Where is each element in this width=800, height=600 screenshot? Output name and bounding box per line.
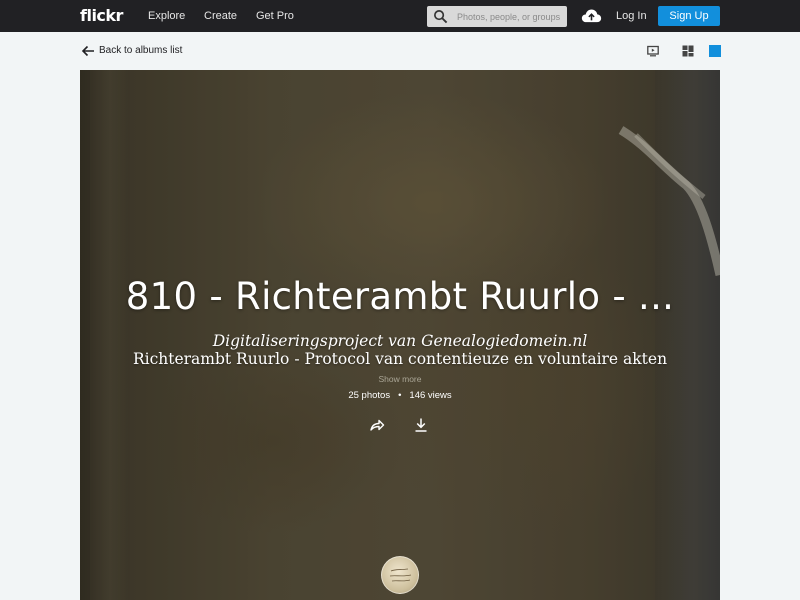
back-link-label: Back to albums list	[99, 45, 183, 56]
cloud-upload-icon[interactable]	[581, 7, 602, 25]
album-description-line-1: Digitaliseringsproject van Genealogiedom…	[212, 332, 588, 350]
avatar[interactable]	[381, 556, 419, 594]
download-icon[interactable]	[413, 417, 429, 433]
nav-get-pro[interactable]: Get Pro	[256, 10, 294, 22]
arrow-left-icon	[81, 45, 94, 57]
nav-create[interactable]: Create	[204, 10, 237, 22]
album-stats: 25 photos • 146 views	[80, 390, 720, 401]
share-arrow-icon[interactable]	[369, 417, 385, 433]
single-view-icon[interactable]	[709, 45, 721, 57]
signup-button[interactable]: Sign Up	[658, 6, 720, 26]
top-navigation-bar: flickr Explore Create Get Pro Log In Sig…	[0, 0, 800, 32]
search-box	[427, 6, 567, 27]
search-icon[interactable]	[433, 9, 448, 24]
show-more-link[interactable]: Show more	[80, 374, 720, 384]
album-description-line-2: Richterambt Ruurlo - Protocol van conten…	[132, 350, 668, 368]
search-input[interactable]	[453, 7, 565, 26]
slideshow-icon[interactable]	[647, 45, 659, 57]
stats-separator: •	[398, 390, 402, 401]
view-count: 146 views	[409, 390, 452, 401]
flickr-logo[interactable]: flickr	[80, 6, 123, 25]
album-cover: 810 - Richterambt Ruurlo - ... Digitalis…	[80, 70, 720, 600]
grid-view-icon[interactable]	[682, 45, 694, 57]
photo-count: 25 photos	[348, 390, 391, 401]
album-title: 810 - Richterambt Ruurlo - ...	[125, 275, 675, 318]
login-link[interactable]: Log In	[616, 10, 647, 22]
nav-explore[interactable]: Explore	[148, 10, 185, 22]
album-description: Digitaliseringsproject van Genealogiedom…	[80, 332, 720, 368]
